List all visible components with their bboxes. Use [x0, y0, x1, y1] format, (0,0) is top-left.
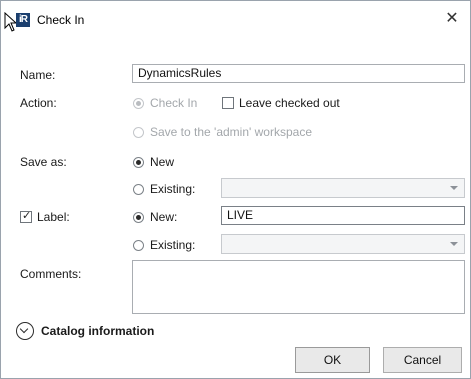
chevron-down-icon: [450, 242, 458, 246]
label-label: Label:: [37, 210, 70, 224]
save-as-existing-label: Existing:: [150, 182, 196, 196]
save-as-label: Save as:: [20, 155, 67, 169]
label-existing-select[interactable]: [221, 234, 465, 254]
label-new-label: New:: [150, 210, 178, 224]
label-new-field[interactable]: LIVE: [221, 206, 465, 225]
catalog-information-label[interactable]: Catalog information: [41, 324, 154, 338]
check-in-dialog: iR Check In ✕ Name: DynamicsRules Action…: [0, 0, 471, 379]
name-field[interactable]: DynamicsRules: [132, 64, 465, 83]
cancel-button[interactable]: Cancel: [383, 347, 462, 373]
leave-checked-out-checkbox[interactable]: [222, 97, 234, 109]
close-button[interactable]: ✕: [440, 7, 464, 31]
ok-button[interactable]: OK: [295, 347, 370, 373]
action-checkin-label: Check In: [150, 96, 198, 110]
save-workspace-label: Save to the 'admin' workspace: [150, 125, 312, 139]
comments-field[interactable]: [132, 260, 465, 314]
title-bar: iR Check In ✕: [1, 1, 470, 37]
label-existing-radio[interactable]: [133, 240, 144, 251]
action-checkin-radio[interactable]: [133, 98, 144, 109]
leave-checked-out-label: Leave checked out: [239, 96, 340, 110]
save-as-new-radio[interactable]: [133, 157, 144, 168]
name-label: Name:: [20, 68, 56, 82]
app-icon: iR: [16, 13, 30, 27]
chevron-down-icon: [450, 186, 458, 190]
checkmark-icon: ✓: [22, 210, 32, 222]
catalog-expand-toggle[interactable]: [16, 322, 34, 340]
action-label: Action:: [20, 96, 57, 110]
save-as-new-label: New: [150, 155, 175, 169]
comments-label: Comments:: [20, 267, 82, 281]
label-new-radio[interactable]: [133, 212, 144, 223]
label-existing-label: Existing:: [150, 238, 196, 252]
window-title: Check In: [37, 13, 85, 27]
save-as-existing-select[interactable]: [221, 178, 465, 198]
close-icon: ✕: [445, 10, 459, 27]
label-checkbox[interactable]: ✓: [20, 210, 32, 223]
save-as-existing-radio[interactable]: [133, 184, 144, 195]
save-workspace-radio[interactable]: [133, 127, 144, 138]
